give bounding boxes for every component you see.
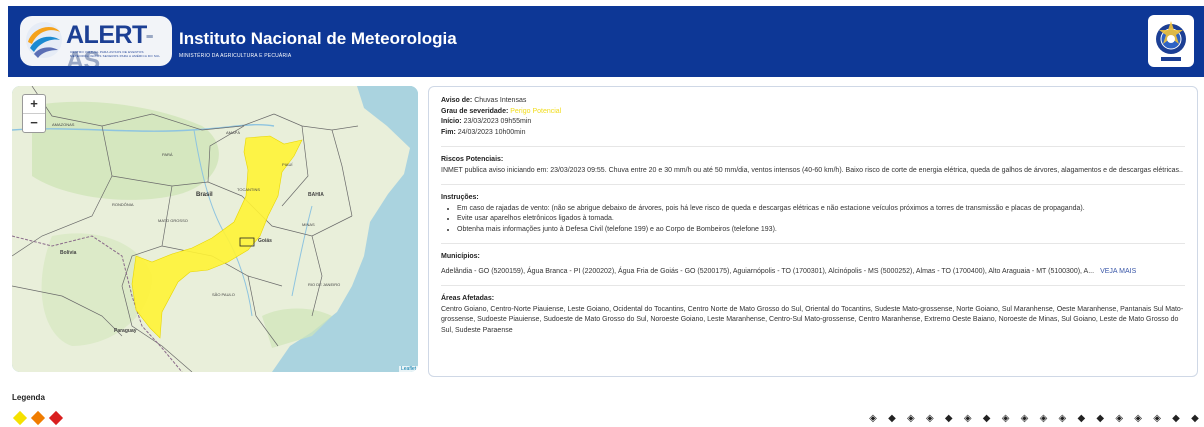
- event-icon[interactable]: ◆: [1169, 414, 1183, 427]
- end-label: Fim:: [441, 128, 456, 136]
- svg-text:AMAPÁ: AMAPÁ: [226, 130, 240, 135]
- instruction-item: Evite usar aparelhos eletrônicos ligados…: [457, 214, 1185, 225]
- zoom-control: + −: [22, 94, 46, 133]
- svg-text:MINAS: MINAS: [302, 222, 315, 227]
- event-icon[interactable]: ◈: [1112, 414, 1126, 427]
- event-icon[interactable]: ◆: [1188, 414, 1202, 427]
- risks-text: INMET publica aviso iniciando em: 23/03/…: [441, 166, 1183, 174]
- municipalities-row: Adelândia - GO (5200159), Água Branca - …: [441, 267, 1185, 278]
- event-icon[interactable]: ◈: [961, 414, 975, 427]
- aviso-label: Aviso de:: [441, 97, 473, 104]
- event-icon[interactable]: ◆: [1093, 414, 1107, 427]
- legend-red-level-icon[interactable]: [48, 410, 64, 426]
- map-canvas: AMAPÁ AMAZONAS RONDÔNIA PARÁ TOCANTINS M…: [12, 86, 418, 372]
- svg-text:SÃO PAULO: SÃO PAULO: [212, 292, 235, 297]
- zoom-in-button[interactable]: +: [23, 95, 45, 113]
- legend-title: Legenda: [12, 393, 45, 402]
- event-icon[interactable]: ◈: [1055, 414, 1069, 427]
- municipalities-text: Adelândia - GO (5200159), Água Branca - …: [441, 267, 1095, 275]
- aviso-value: Chuvas Intensas: [474, 97, 527, 104]
- ministry-subtitle: MINISTÉRIO DA AGRICULTURA E PECUÁRIA: [179, 53, 292, 59]
- svg-text:RIO DE JANEIRO: RIO DE JANEIRO: [308, 282, 340, 287]
- alert-as-logo[interactable]: ALERT-AS CENTRO VIRTUAL PARA AVISOS DE E…: [20, 16, 172, 66]
- instructions-title: Instruções:: [441, 194, 479, 201]
- end-value: 24/03/2023 10h00min: [457, 128, 526, 136]
- event-icon[interactable]: ◈: [904, 414, 918, 427]
- event-icon[interactable]: ◈: [866, 414, 880, 427]
- alert-map[interactable]: + − AMAPÁ AMAZONAS RONDÔNIA PARÁ TOCANTI…: [12, 86, 418, 372]
- event-icon[interactable]: ◈: [1036, 414, 1050, 427]
- see-more-link[interactable]: VEJA MAIS: [1100, 268, 1136, 275]
- map-label-brazil: Brasil: [196, 192, 213, 198]
- end-row: Fim: 24/03/2023 10h00min: [441, 128, 1185, 139]
- logo-name: ALERT: [66, 21, 146, 49]
- instruction-item: Em caso de rajadas de vento: (não se abr…: [457, 204, 1185, 215]
- svg-text:MATO GROSSO: MATO GROSSO: [158, 218, 188, 223]
- alert-details-panel: Aviso de: Chuvas Intensas Grau de severi…: [428, 86, 1198, 377]
- event-icon[interactable]: ◈: [999, 414, 1013, 427]
- leaflet-attribution-link[interactable]: Leaflet: [398, 366, 418, 372]
- national-emblem-logo: [1148, 15, 1194, 67]
- event-type-icons: ◈ ◆ ◈ ◈ ◆ ◈ ◆ ◈ ◈ ◈ ◈ ◆ ◆ ◈ ◈ ◈ ◆ ◆: [866, 414, 1202, 427]
- severity-value: Perigo Potencial: [510, 107, 562, 115]
- svg-text:RONDÔNIA: RONDÔNIA: [112, 202, 134, 207]
- svg-text:PARÁ: PARÁ: [162, 152, 173, 157]
- severity-row: Grau de severidade: Perigo Potencial: [441, 107, 1185, 118]
- map-label-paraguay: Paraguay: [114, 328, 137, 334]
- logo-title: ALERT-AS: [66, 22, 172, 66]
- svg-text:AMAZONAS: AMAZONAS: [52, 122, 75, 127]
- severity-label: Grau de severidade:: [441, 107, 509, 115]
- affected-areas-text: Centro Goiano, Centro-Norte Piauiense, L…: [441, 305, 1184, 334]
- map-label-goias: Goiás: [258, 238, 272, 244]
- legend-orange-level-icon[interactable]: [30, 410, 46, 426]
- event-icon[interactable]: ◈: [923, 414, 937, 427]
- divider: [441, 285, 1185, 286]
- event-icon[interactable]: ◆: [1074, 414, 1088, 427]
- logo-subtitle: CENTRO VIRTUAL PARA AVISOS DE EVENTOS ME…: [70, 50, 161, 58]
- legend-yellow-level-icon[interactable]: [12, 410, 28, 426]
- zoom-out-button[interactable]: −: [23, 113, 45, 132]
- risks-title: Riscos Potenciais:: [441, 156, 504, 163]
- event-icon[interactable]: ◆: [942, 414, 956, 427]
- start-row: Início: 23/03/2023 09h55min: [441, 117, 1185, 128]
- aviso-row: Aviso de: Chuvas Intensas: [441, 96, 1185, 107]
- instructions-list: Em caso de rajadas de vento: (não se abr…: [441, 204, 1185, 236]
- event-icon[interactable]: ◈: [1131, 414, 1145, 427]
- event-icon[interactable]: ◈: [1150, 414, 1164, 427]
- event-icon[interactable]: ◆: [885, 414, 899, 427]
- divider: [441, 243, 1185, 244]
- map-label-bolivia: Bolívia: [60, 250, 77, 256]
- page-title: Instituto Nacional de Meteorologia: [179, 29, 457, 48]
- svg-text:TOCANTINS: TOCANTINS: [237, 187, 260, 192]
- divider: [441, 184, 1185, 185]
- start-value: 23/03/2023 09h55min: [463, 118, 532, 125]
- affected-areas-title: Áreas Afetadas:: [441, 295, 495, 302]
- globe-swirl-icon: [26, 22, 62, 58]
- header-bar: ALERT-AS CENTRO VIRTUAL PARA AVISOS DE E…: [8, 6, 1204, 77]
- start-label: Início:: [441, 118, 462, 125]
- municipalities-title: Municípios:: [441, 253, 480, 260]
- svg-text:PIAUÍ: PIAUÍ: [282, 162, 293, 167]
- event-icon[interactable]: ◈: [1018, 414, 1032, 427]
- emblem-icon: [1156, 21, 1186, 61]
- map-label-bahia: BAHIA: [308, 192, 324, 198]
- instruction-item: Obtenha mais informações junto à Defesa …: [457, 225, 1185, 236]
- divider: [441, 146, 1185, 147]
- event-icon[interactable]: ◆: [980, 414, 994, 427]
